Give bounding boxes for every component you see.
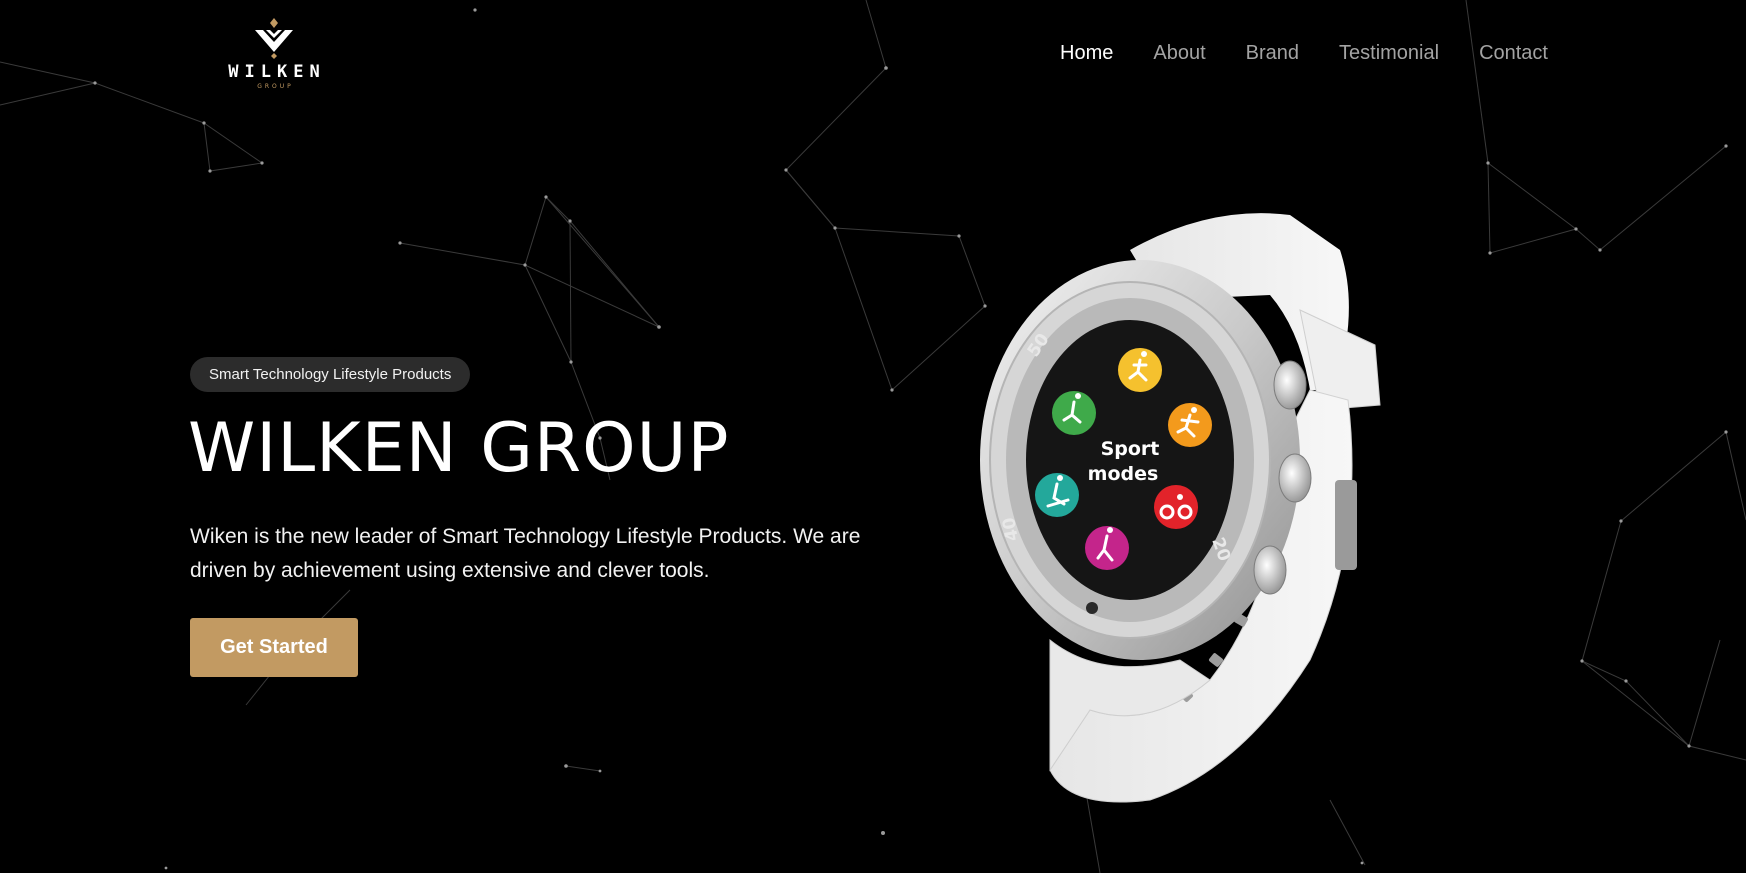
running-icon bbox=[1118, 348, 1162, 392]
logo-subtext: GROUP bbox=[257, 83, 294, 90]
nav-contact-link[interactable]: Contact bbox=[1479, 42, 1548, 65]
tagline-badge: Smart Technology Lifestyle Products bbox=[190, 357, 471, 392]
nav-home-link[interactable]: Home bbox=[1060, 42, 1113, 65]
brand-logo[interactable]: WILKEN GROUP bbox=[218, 16, 330, 100]
watch-case bbox=[980, 260, 1300, 660]
smartwatch-product-image: 50 40 20 Sport modes bbox=[980, 213, 1381, 803]
logo-w-shape bbox=[255, 30, 293, 52]
nav-about-link[interactable]: About bbox=[1153, 42, 1205, 65]
logo-diamond-bottom bbox=[271, 53, 277, 59]
nav-testimonial-link[interactable]: Testimonial bbox=[1339, 42, 1439, 65]
cycling-icon bbox=[1154, 485, 1198, 529]
logo-mark-icon bbox=[255, 18, 293, 59]
skiing-icon bbox=[1035, 473, 1079, 517]
logo-wordmark: WILKEN bbox=[228, 62, 326, 82]
screen-text-modes: modes bbox=[1088, 463, 1159, 485]
watch-sensor bbox=[1086, 602, 1098, 614]
hiking-icon bbox=[1085, 526, 1129, 570]
screen-text-sport: Sport bbox=[1101, 438, 1160, 460]
sprint-icon bbox=[1168, 403, 1212, 447]
hero-title: WILKEN GROUP bbox=[188, 409, 730, 488]
triathlon-icon bbox=[1052, 391, 1096, 435]
get-started-button[interactable]: Get Started bbox=[190, 618, 358, 677]
main-navigation: Home About Brand Testimonial Contact bbox=[1060, 42, 1548, 65]
bezel-number-40: 40 bbox=[999, 516, 1023, 543]
nav-brand-link[interactable]: Brand bbox=[1246, 42, 1299, 65]
logo-diamond-top bbox=[270, 18, 278, 28]
hero-description: Wiken is the new leader of Smart Technol… bbox=[190, 525, 861, 582]
